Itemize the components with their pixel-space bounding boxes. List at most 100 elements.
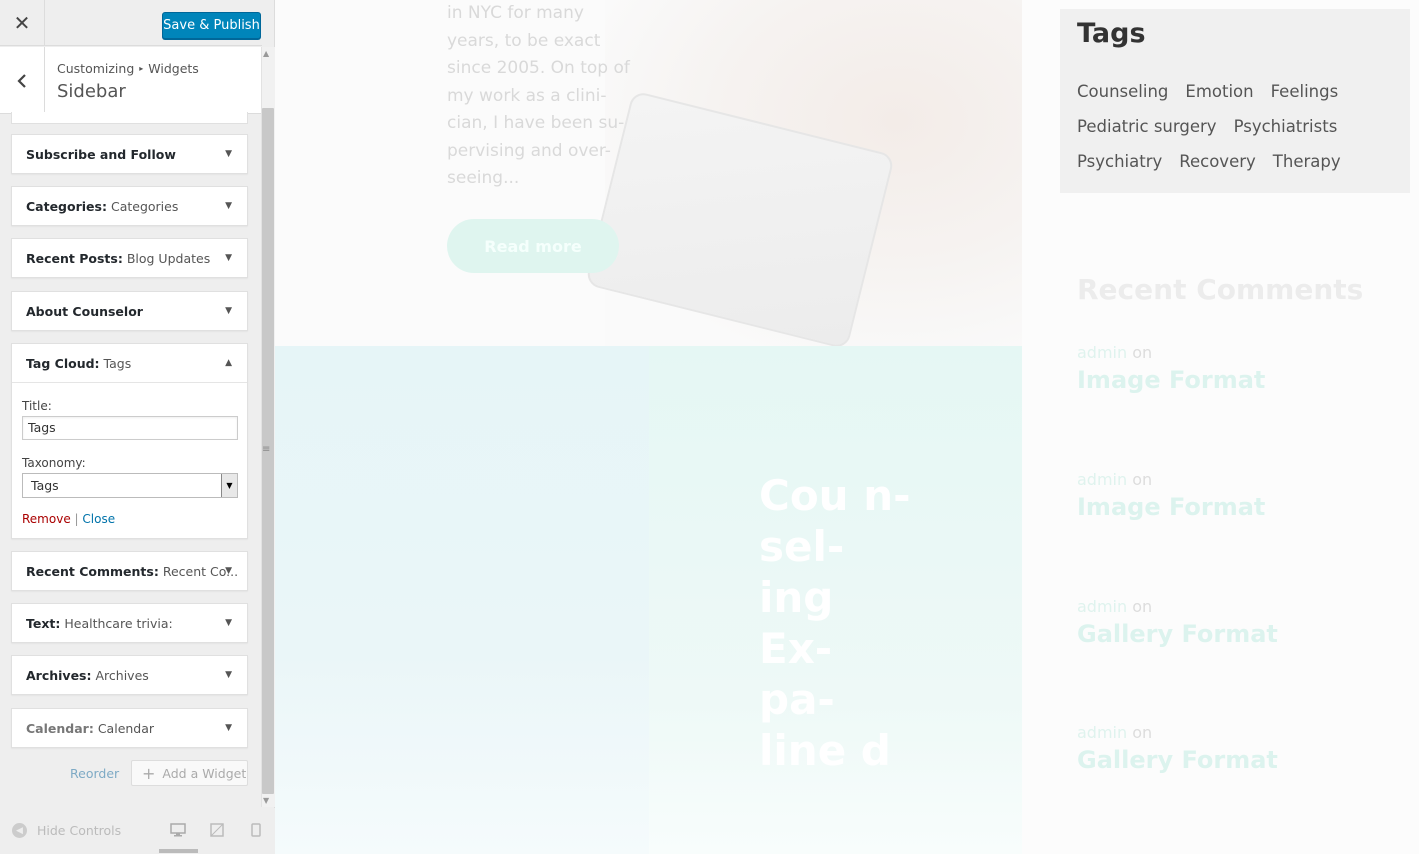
post-title-card: Cou n- sel- ing Ex- pa- line d — [649, 346, 1022, 854]
action-divider: | — [74, 512, 79, 526]
widget-title[interactable]: Categories: Categories ▼ — [12, 187, 247, 225]
comment-on: on — [1132, 597, 1153, 616]
customizer-footer: ◀ Hide Controls — [0, 808, 275, 854]
caret-down-icon[interactable]: ▼ — [225, 306, 232, 316]
caret-down-icon[interactable]: ▼ — [225, 149, 232, 159]
widget-title[interactable]: Calendar: Calendar ▼ — [12, 709, 247, 747]
site-preview: in NYC for many years, to be exact since… — [275, 0, 1419, 854]
caret-down-icon[interactable]: ▼ — [225, 723, 232, 733]
read-more-button[interactable]: Read more — [447, 219, 619, 273]
tag-link[interactable]: Recovery — [1179, 150, 1256, 174]
widget-subscribe-follow[interactable]: Subscribe and Follow ▼ — [11, 134, 248, 174]
scroll-down-icon[interactable]: ▼ — [263, 796, 269, 805]
widget-partial — [11, 112, 248, 124]
close-link[interactable]: Close — [82, 512, 115, 526]
widget-title[interactable]: Text: Healthcare trivia: ▼ — [12, 604, 247, 642]
back-button[interactable] — [0, 47, 45, 114]
chevron-left-icon — [17, 73, 26, 88]
widget-title[interactable]: Tag Cloud: Tags ▲ — [12, 344, 247, 382]
section-title: Sidebar — [57, 81, 126, 102]
comment-item: admin on Image Format — [1077, 343, 1265, 394]
widget-title[interactable]: Recent Comments: Recent Co... ▼ — [12, 552, 247, 590]
comment-post-link[interactable]: Image Format — [1077, 366, 1265, 394]
widget-tag-cloud[interactable]: Tag Cloud: Tags ▲ Title: Tags Taxonomy: T… — [11, 343, 248, 539]
comment-meta: admin on — [1077, 723, 1278, 742]
widget-name: Recent Posts: — [26, 250, 123, 266]
scroll-up-icon[interactable]: ▲ — [263, 49, 269, 58]
comment-on: on — [1132, 723, 1153, 742]
post-excerpt: in NYC for many years, to be exact since… — [447, 3, 630, 188]
widget-about-counselor[interactable]: About Counselor ▼ — [11, 291, 248, 331]
widget-recent-posts[interactable]: Recent Posts: Blog Updates ▼ — [11, 238, 248, 278]
tablet-preview-icon[interactable] — [209, 822, 225, 838]
save-publish-button[interactable]: Save & Publish — [162, 12, 261, 39]
widget-categories[interactable]: Categories: Categories ▼ — [11, 186, 248, 226]
tag-link[interactable]: Feelings — [1271, 80, 1339, 104]
tag-link[interactable]: Emotion — [1185, 80, 1253, 104]
title-label: Title: — [22, 399, 52, 413]
close-icon: ✕ — [13, 11, 31, 35]
caret-down-icon[interactable]: ▼ — [225, 670, 232, 680]
customizer-panel: ✕ Save & Publish Customizing ▸ Widgets Sid… — [0, 0, 275, 854]
breadcrumb: Customizing ▸ Widgets — [57, 61, 199, 76]
comment-author[interactable]: admin — [1077, 723, 1127, 742]
comment-post-link[interactable]: Gallery Format — [1077, 746, 1278, 774]
widget-archives[interactable]: Archives: Archives ▼ — [11, 655, 248, 695]
resize-handle-icon[interactable]: ≡ — [262, 444, 270, 455]
widget-title[interactable]: About Counselor ▼ — [12, 292, 247, 330]
widget-name: Calendar: — [26, 720, 94, 736]
widget-actions: Remove | Close — [22, 512, 237, 526]
comment-author[interactable]: admin — [1077, 597, 1127, 616]
comment-item: admin on Gallery Format — [1077, 723, 1278, 774]
tag-cloud-form: Title: Tags Taxonomy: Tags ▼ Remove | Cl… — [12, 382, 247, 538]
comment-item: admin on Image Format — [1077, 470, 1265, 521]
tag-link[interactable]: Pediatric surgery — [1077, 115, 1217, 139]
featured-post: in NYC for many years, to be exact since… — [275, 0, 1022, 350]
section-header: Customizing ▸ Widgets Sidebar — [0, 47, 262, 114]
tag-link[interactable]: Psychiatry — [1077, 150, 1162, 174]
comment-post-link[interactable]: Image Format — [1077, 493, 1265, 521]
comment-meta: admin on — [1077, 343, 1265, 362]
title-input[interactable]: Tags — [22, 416, 238, 440]
taxonomy-select[interactable]: Tags ▼ — [22, 473, 238, 498]
widget-name: Tag Cloud: — [26, 355, 100, 371]
plus-icon: + — [142, 763, 156, 783]
widget-title[interactable]: Subscribe and Follow ▼ — [12, 135, 247, 173]
tag-link[interactable]: Counseling — [1077, 80, 1168, 104]
add-widget-label: Add a Widget — [162, 765, 247, 781]
caret-down-icon[interactable]: ▼ — [225, 253, 232, 263]
widget-title[interactable]: Archives: Archives ▼ — [12, 656, 247, 694]
remove-link[interactable]: Remove — [22, 512, 71, 526]
post-image — [275, 346, 649, 854]
hide-controls-button[interactable]: ◀ Hide Controls — [12, 823, 121, 838]
widget-subtitle: Archives — [95, 667, 149, 683]
caret-down-icon[interactable]: ▼ — [225, 618, 232, 628]
breadcrumb-separator-icon: ▸ — [139, 64, 144, 73]
dropdown-arrow-icon[interactable]: ▼ — [221, 474, 237, 497]
tags-title: Tags — [1077, 18, 1146, 49]
widget-calendar[interactable]: Calendar: Calendar ▼ — [11, 708, 248, 748]
comment-author[interactable]: admin — [1077, 470, 1127, 489]
hide-controls-label: Hide Controls — [37, 823, 122, 838]
reorder-link[interactable]: Reorder — [70, 766, 119, 781]
caret-down-icon[interactable]: ▼ — [225, 566, 232, 576]
tag-link[interactable]: Psychiatrists — [1234, 115, 1338, 139]
taxonomy-value: Tags — [31, 478, 59, 493]
post-title[interactable]: Cou n- sel- ing Ex- pa- line d — [759, 470, 919, 776]
caret-down-icon[interactable]: ▼ — [225, 201, 232, 211]
desktop-preview-icon[interactable] — [170, 822, 186, 838]
collapse-icon: ◀ — [12, 823, 27, 838]
comment-post-link[interactable]: Gallery Format — [1077, 620, 1278, 648]
mobile-preview-icon[interactable] — [248, 822, 264, 838]
widget-text[interactable]: Text: Healthcare trivia: ▼ — [11, 603, 248, 643]
add-widget-button[interactable]: + Add a Widget — [131, 760, 248, 786]
caret-up-icon[interactable]: ▲ — [225, 358, 232, 368]
widget-recent-comments[interactable]: Recent Comments: Recent Co... ▼ — [11, 551, 248, 591]
close-customizer-button[interactable]: ✕ — [0, 0, 45, 46]
widget-subtitle: Calendar — [97, 720, 155, 736]
comment-on: on — [1132, 343, 1153, 362]
widget-title[interactable]: Recent Posts: Blog Updates ▼ — [12, 239, 247, 277]
tag-link[interactable]: Therapy — [1273, 150, 1341, 174]
widget-name: About Counselor — [26, 303, 143, 319]
comment-author[interactable]: admin — [1077, 343, 1127, 362]
